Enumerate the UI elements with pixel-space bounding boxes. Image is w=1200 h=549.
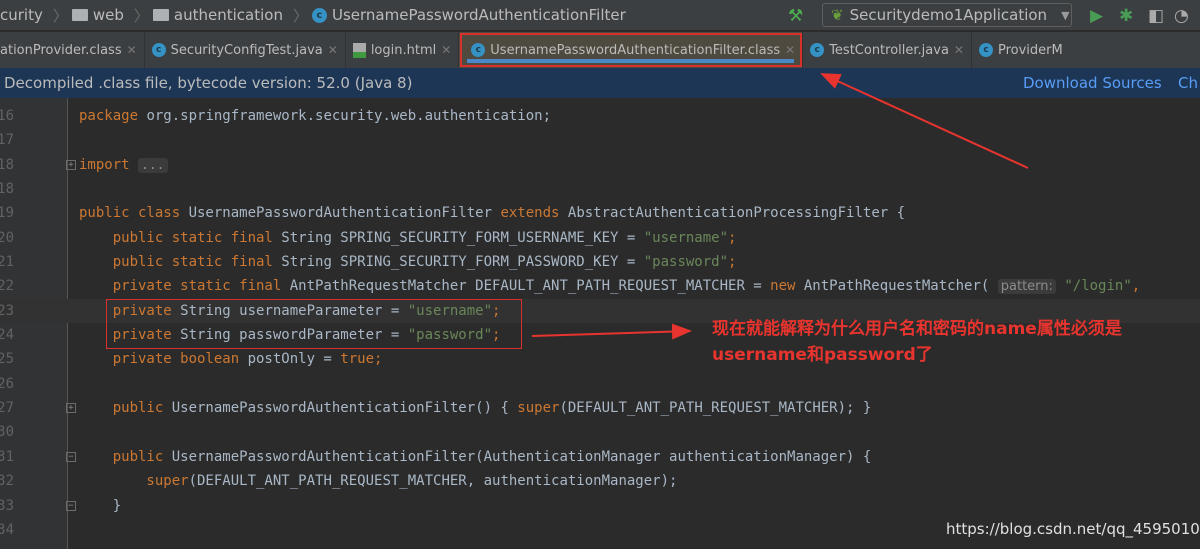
arrow-to-tab	[820, 73, 1029, 169]
watermark: https://blog.csdn.net/qq_45950109	[946, 520, 1200, 538]
annotation-arrows	[531, 73, 1029, 340]
arrow-to-note	[531, 323, 692, 340]
